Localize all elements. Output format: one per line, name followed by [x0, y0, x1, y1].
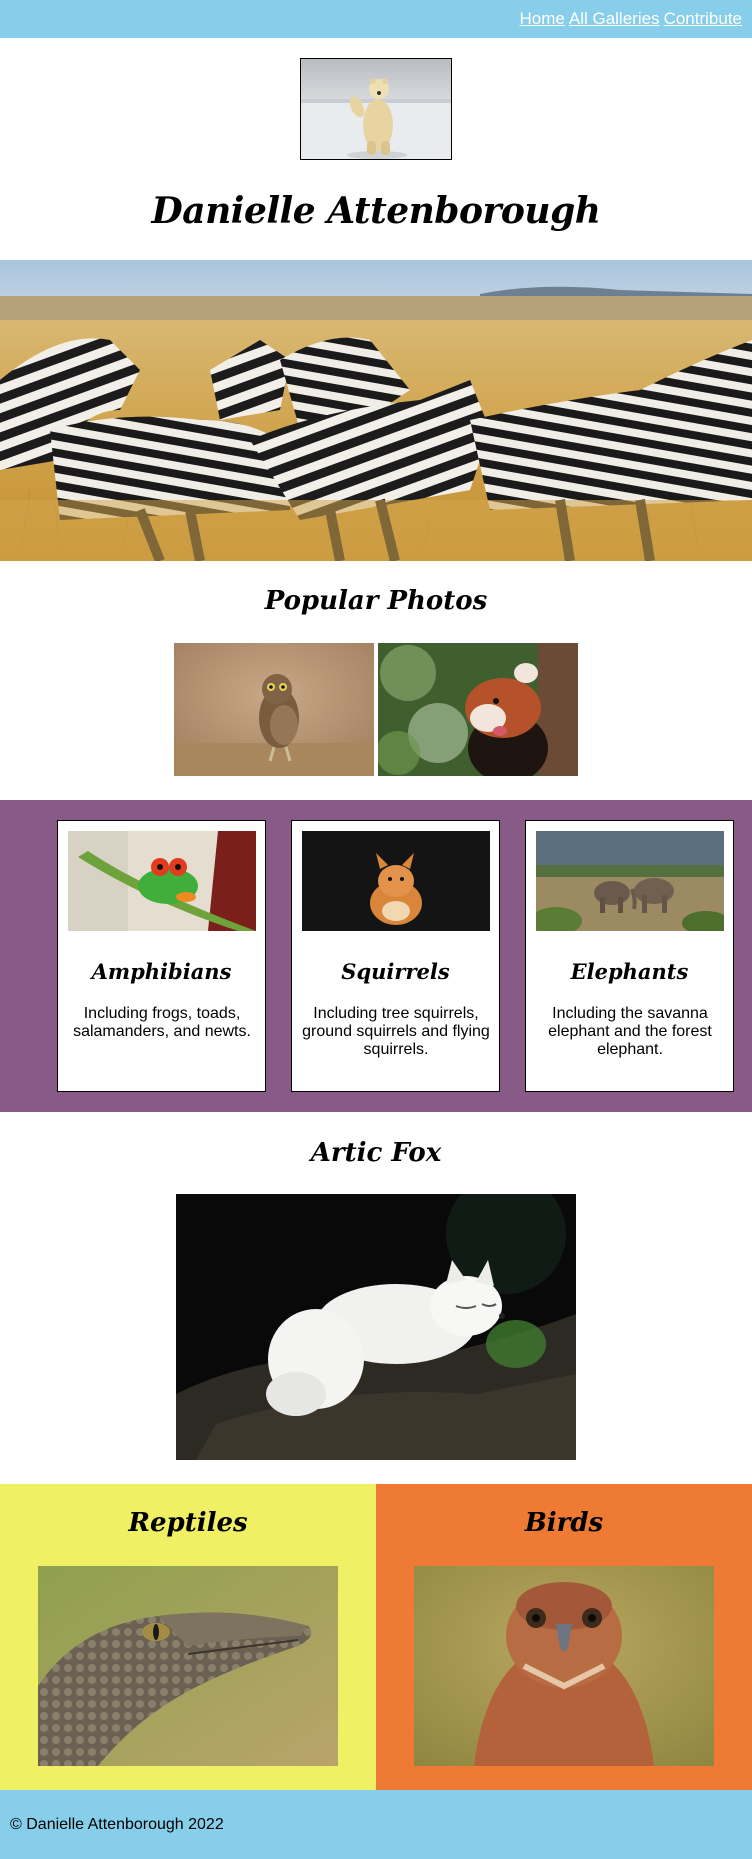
birds-section: Birds — [376, 1484, 752, 1790]
card-squirrels[interactable]: Squirrels Including tree squirrels, grou… — [291, 820, 500, 1092]
card-amphibians[interactable]: Amphibians Including frogs, toads, salam… — [57, 820, 266, 1092]
crocodile-photo[interactable] — [38, 1566, 338, 1766]
elephants-photo — [536, 831, 724, 931]
nav-link-home[interactable]: Home — [520, 9, 565, 29]
card-elephants[interactable]: Elephants Including the savanna elephant… — [525, 820, 734, 1092]
featured-photo-heading: Artic Fox — [310, 1138, 442, 1168]
arctic-fox-photo[interactable] — [176, 1194, 576, 1460]
squirrel-photo — [302, 831, 490, 931]
nav-link-all-galleries[interactable]: All Galleries — [569, 9, 660, 29]
card-description: Including frogs, toads, salamanders, and… — [73, 1005, 251, 1040]
copyright-text: © Danielle Attenborough 2022 — [10, 1815, 224, 1833]
polar-bear-logo — [300, 58, 452, 160]
red-panda-photo[interactable] — [378, 643, 578, 776]
reptiles-heading: Reptiles — [128, 1508, 248, 1538]
owl-photo[interactable] — [174, 643, 374, 776]
card-title: Squirrels — [341, 959, 450, 984]
card-description: Including tree squirrels, ground squirre… — [302, 1005, 490, 1058]
card-title: Amphibians — [91, 959, 232, 984]
card-title: Elephants — [570, 959, 689, 984]
card-description: Including the savanna elephant and the f… — [548, 1005, 712, 1058]
frog-photo — [68, 831, 256, 931]
popular-photos-heading: Popular Photos — [264, 586, 488, 616]
site-title: Danielle Attenborough — [151, 190, 601, 232]
hawk-photo[interactable] — [414, 1566, 714, 1766]
reptiles-section: Reptiles — [0, 1484, 376, 1790]
nav-link-contribute[interactable]: Contribute — [664, 9, 742, 29]
birds-heading: Birds — [524, 1508, 604, 1538]
hero-zebras-image — [0, 260, 752, 561]
site-footer: © Danielle Attenborough 2022 — [0, 1790, 752, 1859]
top-nav: Home All Galleries Contribute — [0, 0, 752, 38]
